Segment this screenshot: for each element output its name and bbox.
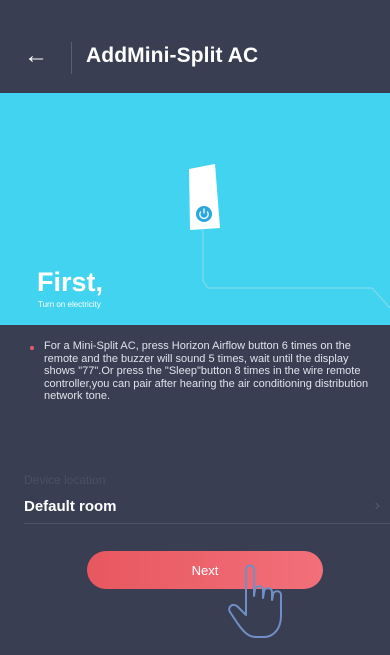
arrow-left-icon: ← bbox=[24, 42, 48, 69]
device-location-label: Device location bbox=[24, 473, 106, 487]
step-subheading: Turn on electricity bbox=[38, 300, 101, 309]
header-divider bbox=[71, 42, 72, 74]
page-title: AddMini-Split AC bbox=[86, 44, 259, 67]
location-divider bbox=[24, 523, 390, 524]
top-bar: ← AddMini-Split AC bbox=[0, 0, 390, 93]
chevron-right-icon: › bbox=[374, 497, 380, 514]
step-heading: First, bbox=[37, 267, 104, 297]
tap-hand-icon bbox=[228, 564, 282, 638]
device-location-selector[interactable]: Default room › bbox=[24, 495, 380, 517]
bullet-icon bbox=[30, 346, 34, 350]
instructions: For a Mini-Split AC, press Horizon Airfl… bbox=[30, 340, 380, 403]
power-icon bbox=[189, 164, 220, 230]
device-location-value: Default room bbox=[24, 497, 117, 515]
back-button[interactable]: ← bbox=[22, 42, 50, 70]
instructions-text: For a Mini-Split AC, press Horizon Airfl… bbox=[44, 340, 369, 402]
